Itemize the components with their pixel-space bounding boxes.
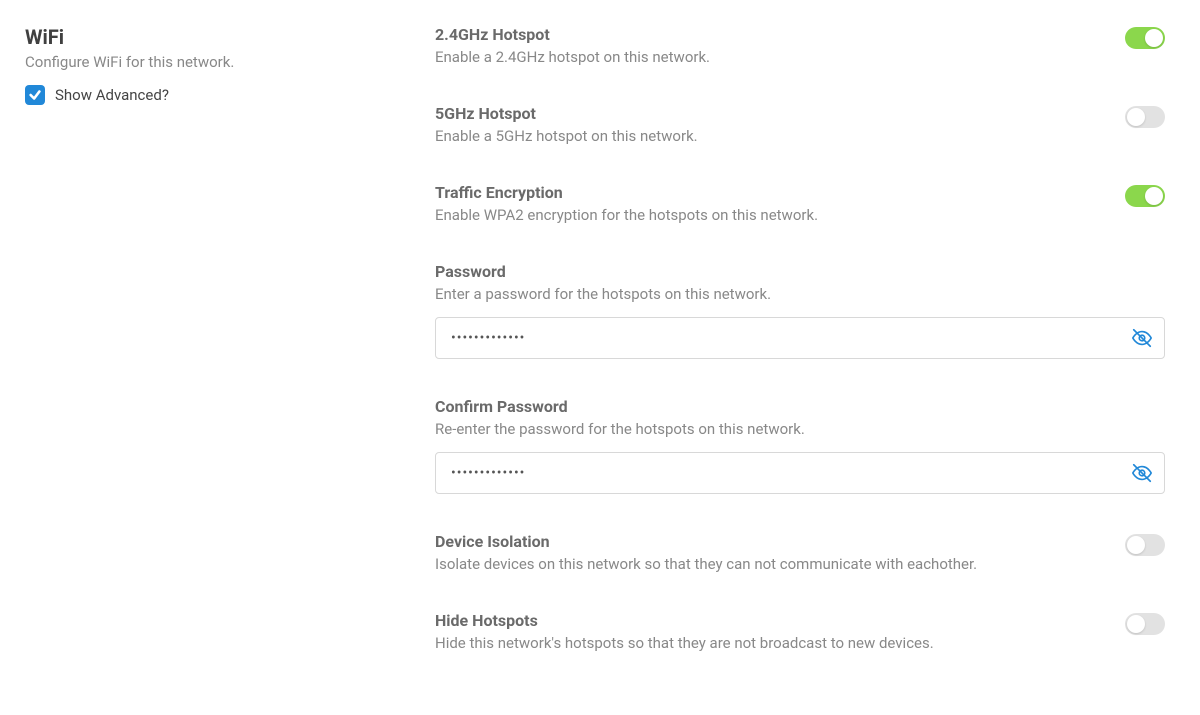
setting-desc: Hide this network's hotspots so that the… xyxy=(435,634,1125,652)
setting-title: Device Isolation xyxy=(435,532,1125,551)
setting-desc: Re-enter the password for the hotspots o… xyxy=(435,420,1165,438)
setting-hide-hotspots: Hide Hotspots Hide this network's hotspo… xyxy=(435,611,1165,652)
setting-desc: Enable a 2.4GHz hotspot on this network. xyxy=(435,48,1125,66)
section-title: WiFi xyxy=(25,25,435,49)
setting-desc: Isolate devices on this network so that … xyxy=(435,555,1125,573)
setting-title: Confirm Password xyxy=(435,397,1165,416)
setting-device-isolation: Device Isolation Isolate devices on this… xyxy=(435,532,1165,573)
setting-password: Password Enter a password for the hotspo… xyxy=(435,262,1165,359)
setting-5ghz-hotspot: 5GHz Hotspot Enable a 5GHz hotspot on th… xyxy=(435,104,1165,145)
setting-traffic-encryption: Traffic Encryption Enable WPA2 encryptio… xyxy=(435,183,1165,224)
show-advanced-row[interactable]: Show Advanced? xyxy=(25,85,435,105)
toggle-device-isolation[interactable] xyxy=(1125,534,1165,556)
toggle-24ghz-hotspot[interactable] xyxy=(1125,27,1165,49)
setting-title: 5GHz Hotspot xyxy=(435,104,1125,123)
sidebar: WiFi Configure WiFi for this network. Sh… xyxy=(25,25,435,690)
setting-confirm-password: Confirm Password Re-enter the password f… xyxy=(435,397,1165,494)
setting-desc: Enter a password for the hotspots on thi… xyxy=(435,285,1165,303)
check-icon xyxy=(28,88,42,102)
setting-desc: Enable a 5GHz hotspot on this network. xyxy=(435,127,1125,145)
toggle-confirm-password-visibility[interactable] xyxy=(1131,462,1153,484)
setting-title: 2.4GHz Hotspot xyxy=(435,25,1125,44)
confirm-password-input[interactable] xyxy=(435,452,1165,494)
toggle-hide-hotspots[interactable] xyxy=(1125,613,1165,635)
setting-desc: Enable WPA2 encryption for the hotspots … xyxy=(435,206,1125,224)
toggle-traffic-encryption[interactable] xyxy=(1125,185,1165,207)
show-advanced-label: Show Advanced? xyxy=(55,86,169,104)
setting-24ghz-hotspot: 2.4GHz Hotspot Enable a 2.4GHz hotspot o… xyxy=(435,25,1165,66)
toggle-5ghz-hotspot[interactable] xyxy=(1125,106,1165,128)
password-input[interactable] xyxy=(435,317,1165,359)
eye-off-icon xyxy=(1131,462,1153,484)
toggle-password-visibility[interactable] xyxy=(1131,327,1153,349)
settings-panel: 2.4GHz Hotspot Enable a 2.4GHz hotspot o… xyxy=(435,25,1175,690)
setting-title: Traffic Encryption xyxy=(435,183,1125,202)
setting-title: Hide Hotspots xyxy=(435,611,1125,630)
eye-off-icon xyxy=(1131,327,1153,349)
section-subtitle: Configure WiFi for this network. xyxy=(25,53,435,71)
setting-title: Password xyxy=(435,262,1165,281)
show-advanced-checkbox[interactable] xyxy=(25,85,45,105)
